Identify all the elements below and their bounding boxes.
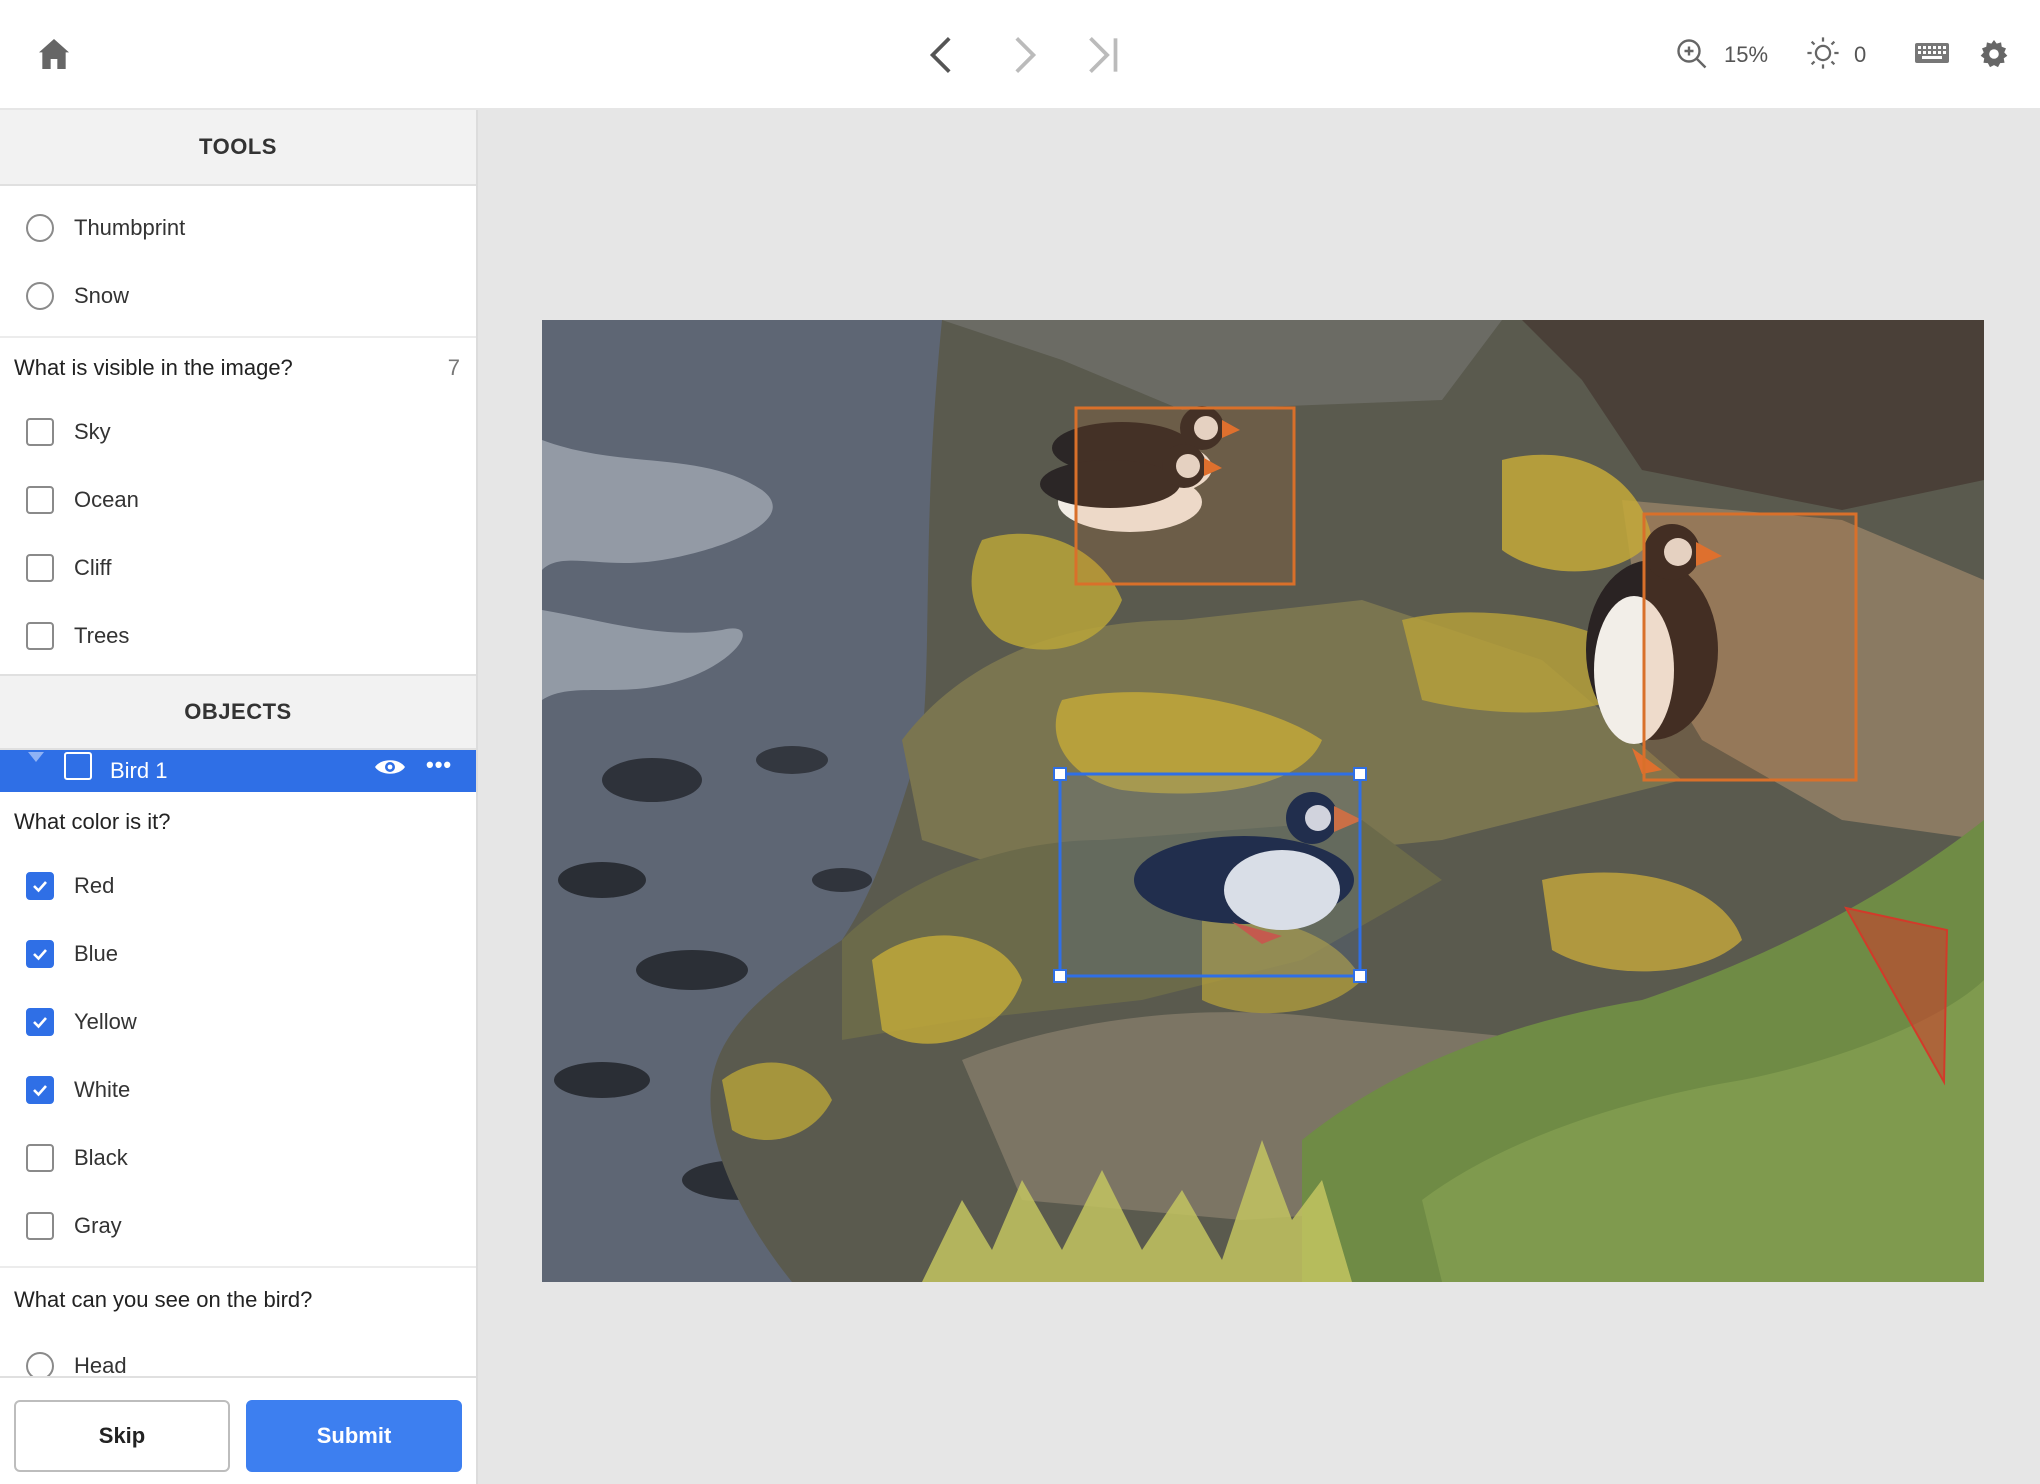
brightness-icon[interactable]	[1806, 36, 1840, 70]
color-option-black[interactable]: Black	[0, 1124, 476, 1192]
question-text: What is visible in the image?	[14, 355, 293, 380]
checkbox[interactable]	[26, 418, 54, 446]
submit-button[interactable]: Submit	[246, 1400, 462, 1472]
checkbox[interactable]	[26, 622, 54, 650]
more-options-icon[interactable]: •••	[426, 752, 452, 778]
question-text: What can you see on the bird?	[14, 1287, 313, 1312]
radio-button[interactable]	[26, 282, 54, 310]
visible-option-cliff[interactable]: Cliff	[0, 534, 476, 602]
question-count: 7	[447, 355, 460, 380]
checkbox-checked[interactable]	[26, 1076, 54, 1104]
previous-arrow-icon[interactable]	[918, 30, 968, 80]
checkbox[interactable]	[26, 1144, 54, 1172]
color-option-gray[interactable]: Gray	[0, 1192, 476, 1260]
puffin-photo[interactable]	[542, 320, 1984, 1282]
bird-question: What can you see on the bird?	[0, 1268, 476, 1332]
checkbox-checked[interactable]	[26, 940, 54, 968]
next-arrow-icon[interactable]	[998, 30, 1048, 80]
tool-option-thumbprint[interactable]: Thumbprint	[0, 194, 476, 262]
checkbox[interactable]	[26, 1212, 54, 1240]
color-option-white[interactable]: White	[0, 1056, 476, 1124]
option-label: Sky	[74, 419, 111, 444]
zoom-in-icon[interactable]	[1674, 36, 1710, 72]
checkmark-icon	[33, 1017, 47, 1029]
radio-button[interactable]	[26, 214, 54, 242]
object-label: Bird 1	[110, 758, 168, 783]
home-icon[interactable]	[34, 34, 74, 74]
objects-header: OBJECTS	[0, 674, 476, 750]
option-label: Yellow	[74, 1009, 137, 1034]
bounding-box-bird[interactable]	[1074, 406, 1296, 586]
checkmark-icon	[33, 1085, 47, 1097]
visible-question: What is visible in the image? 7	[0, 338, 476, 398]
option-label: Cliff	[74, 555, 112, 580]
zoom-level: 15%	[1724, 42, 1769, 67]
checkmark-icon	[33, 949, 47, 961]
top-toolbar: 15% 0	[0, 0, 2040, 110]
visibility-eye-icon[interactable]	[374, 756, 406, 778]
annotation-canvas[interactable]	[478, 110, 2040, 1484]
collapse-caret-icon[interactable]	[28, 752, 44, 762]
skip-button[interactable]: Skip	[14, 1400, 230, 1472]
option-label: Black	[74, 1145, 128, 1170]
tools-header: TOOLS	[0, 110, 476, 186]
checkbox[interactable]	[26, 486, 54, 514]
last-item-icon[interactable]	[1078, 30, 1128, 80]
visible-option-ocean[interactable]: Ocean	[0, 466, 476, 534]
option-label: Gray	[74, 1213, 122, 1238]
checkbox-checked[interactable]	[26, 872, 54, 900]
visible-option-sky[interactable]: Sky	[0, 398, 476, 466]
object-checkbox[interactable]	[64, 752, 92, 780]
checkmark-icon	[33, 881, 47, 893]
color-question: What color is it?	[0, 792, 476, 852]
resize-handle[interactable]	[1353, 767, 1367, 781]
resize-handle[interactable]	[1353, 969, 1367, 983]
option-label: Snow	[74, 283, 130, 308]
option-label: Red	[74, 873, 115, 898]
resize-handle[interactable]	[1053, 969, 1067, 983]
footer-actions: Skip Submit	[0, 1376, 476, 1484]
option-label: Ocean	[74, 487, 139, 512]
bounding-box-bird-1-selected[interactable]	[1058, 772, 1362, 978]
color-option-blue[interactable]: Blue	[0, 920, 476, 988]
bounding-box-bird[interactable]	[1642, 512, 1858, 782]
tool-option-snow[interactable]: Snow	[0, 262, 476, 330]
option-label: Blue	[74, 941, 119, 966]
question-text: What color is it?	[14, 809, 171, 834]
color-option-yellow[interactable]: Yellow	[0, 988, 476, 1056]
settings-gear-icon[interactable]	[1978, 38, 2010, 70]
object-row-bird-1[interactable]: Bird 1 •••	[0, 750, 476, 792]
keyboard-icon[interactable]	[1914, 40, 1950, 66]
color-option-red[interactable]: Red	[0, 852, 476, 920]
resize-handle[interactable]	[1053, 767, 1067, 781]
checkbox-checked[interactable]	[26, 1008, 54, 1036]
visible-option-trees[interactable]: Trees	[0, 602, 476, 670]
checkbox[interactable]	[26, 554, 54, 582]
option-label: White	[74, 1077, 131, 1102]
brightness-level: 0	[1854, 42, 1867, 67]
option-label: Thumbprint	[74, 215, 186, 240]
sidebar: TOOLS Thumbprint Snow What is visible in…	[0, 110, 478, 1484]
option-label: Trees	[74, 623, 130, 648]
